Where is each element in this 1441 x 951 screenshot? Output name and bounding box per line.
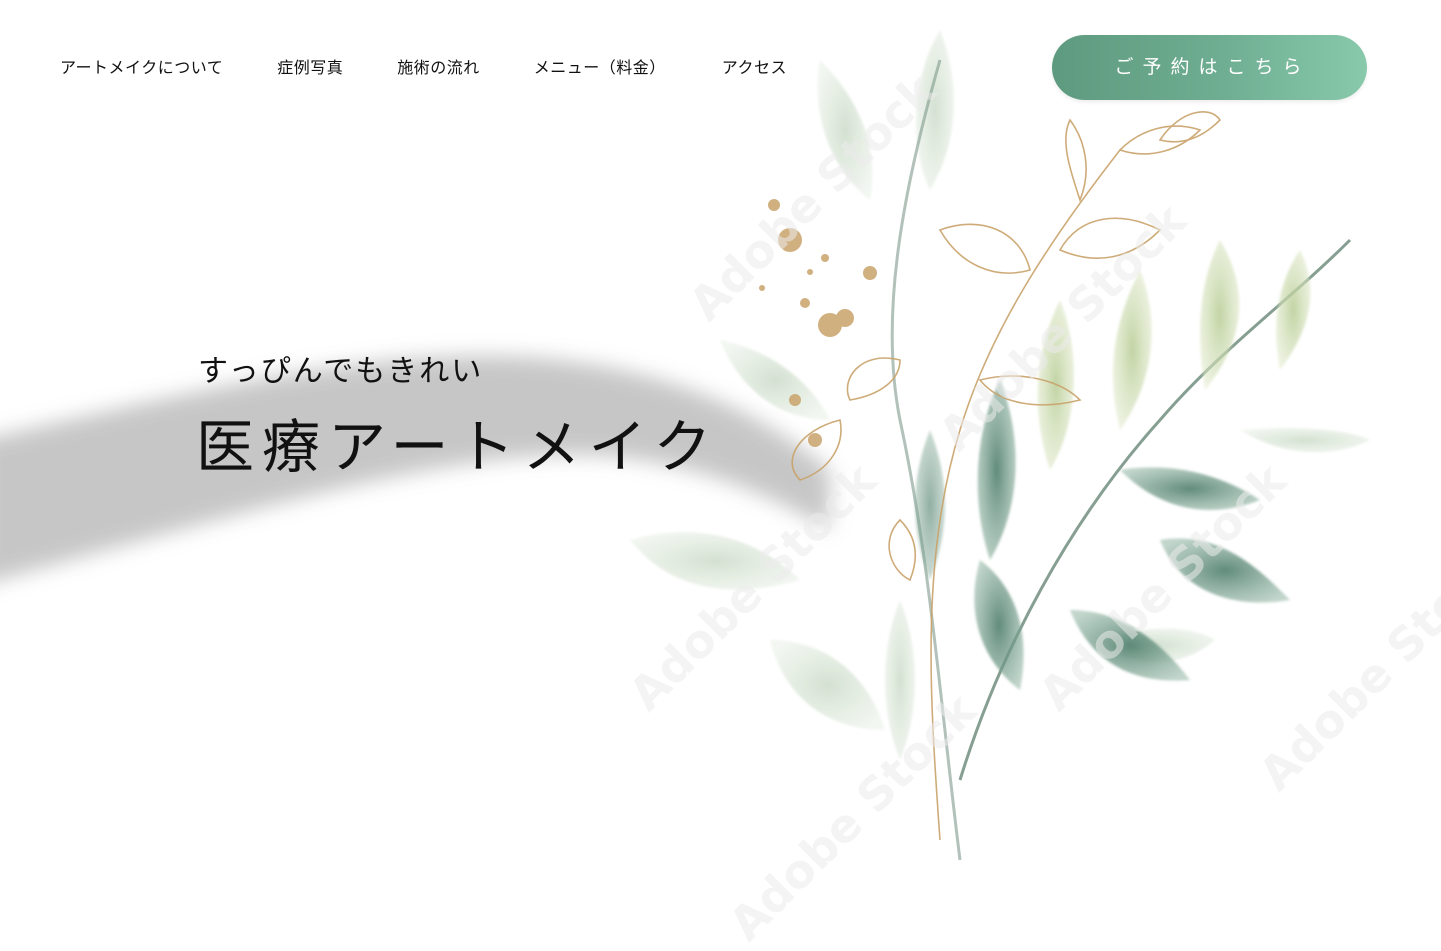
nav-item-about[interactable]: アートメイクについて [60,56,223,80]
nav-item-menu-price[interactable]: メニュー（料金） [534,56,666,80]
nav-item-flow[interactable]: 施術の流れ [397,56,480,80]
hero-subtitle: すっぴんでもきれい [198,354,484,389]
reservation-button-label: ご予約はこちら [1114,56,1311,78]
reservation-button[interactable]: ご予約はこちら [1052,35,1367,100]
hero-title: 医療アートメイク [196,413,720,481]
nav-item-access[interactable]: アクセス [722,56,787,80]
main-nav: アートメイクについて 症例写真 施術の流れ メニュー（料金） アクセス [60,56,787,80]
botanical-illustration [630,30,1370,861]
nav-item-cases[interactable]: 症例写真 [277,56,343,80]
